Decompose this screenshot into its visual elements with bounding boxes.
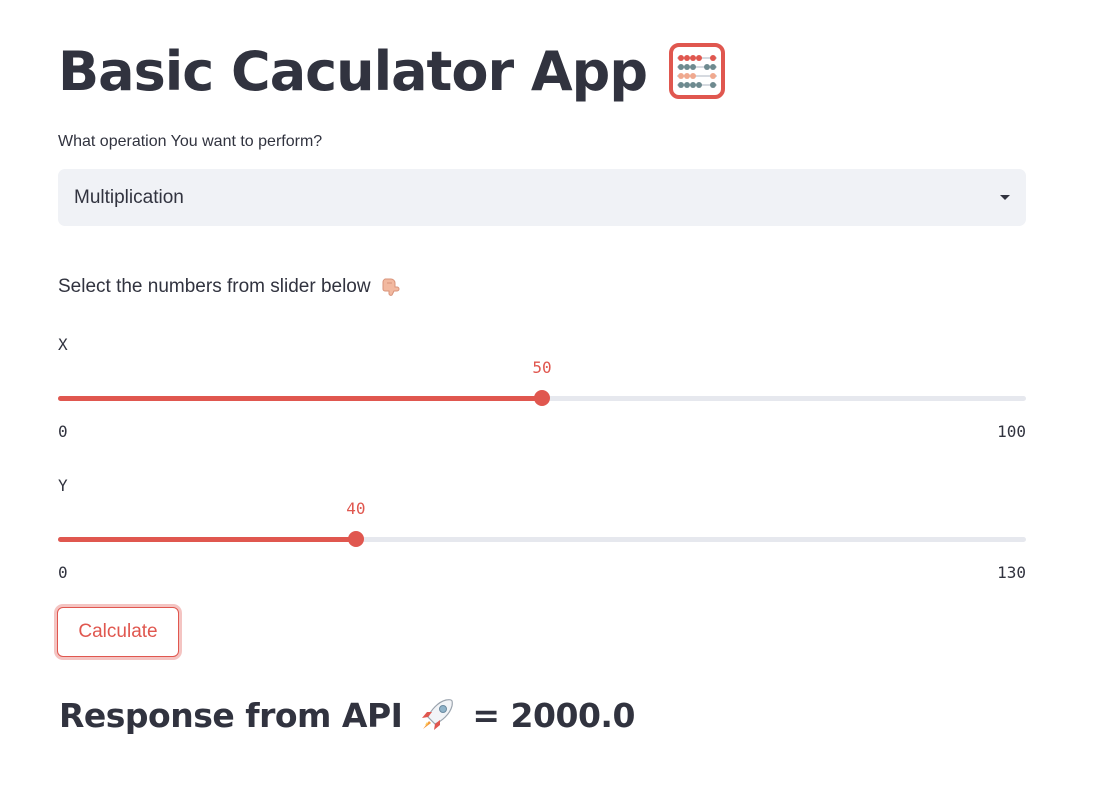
slider-y-label: Y	[58, 476, 68, 495]
api-response-value: = 2000.0	[472, 695, 635, 735]
operation-selected-value: Multiplication	[74, 186, 184, 208]
slider-x-value: 50	[532, 358, 552, 377]
slider-y-max: 130	[997, 563, 1026, 582]
slider-x-label: X	[58, 335, 68, 354]
slider-x-min: 0	[58, 422, 68, 441]
rocket-icon	[422, 699, 454, 730]
operation-label: What operation You want to perform?	[58, 133, 323, 150]
slider-x[interactable]: 50	[58, 358, 1026, 408]
slider-x-thumb[interactable]	[534, 390, 550, 406]
slider-hint: Select the numbers from slider below	[58, 276, 401, 298]
slider-y-fill	[58, 537, 356, 542]
slider-x-max: 100	[997, 422, 1026, 441]
slider-y-thumb[interactable]	[347, 531, 364, 547]
operation-select[interactable]: Multiplication	[58, 169, 1026, 226]
slider-y-min: 0	[58, 563, 68, 582]
api-response: Response from API = 2000.0	[59, 690, 635, 740]
pointing-down-icon	[382, 278, 400, 296]
calculate-button[interactable]: Calculate	[57, 607, 179, 657]
slider-x-fill	[58, 396, 542, 401]
page-title: Basic Caculator App	[58, 28, 725, 114]
slider-y-value: 40	[346, 499, 366, 518]
slider-y[interactable]: 40	[58, 499, 1026, 549]
calculator-app: Basic Caculator App What operation You w…	[0, 0, 1101, 798]
page-title-text: Basic Caculator App	[58, 39, 648, 103]
abacus-icon	[668, 43, 725, 99]
slider-hint-text: Select the numbers from slider below	[58, 276, 371, 297]
caret-down-icon	[1000, 195, 1010, 200]
api-response-prefix: Response from API	[59, 695, 403, 735]
